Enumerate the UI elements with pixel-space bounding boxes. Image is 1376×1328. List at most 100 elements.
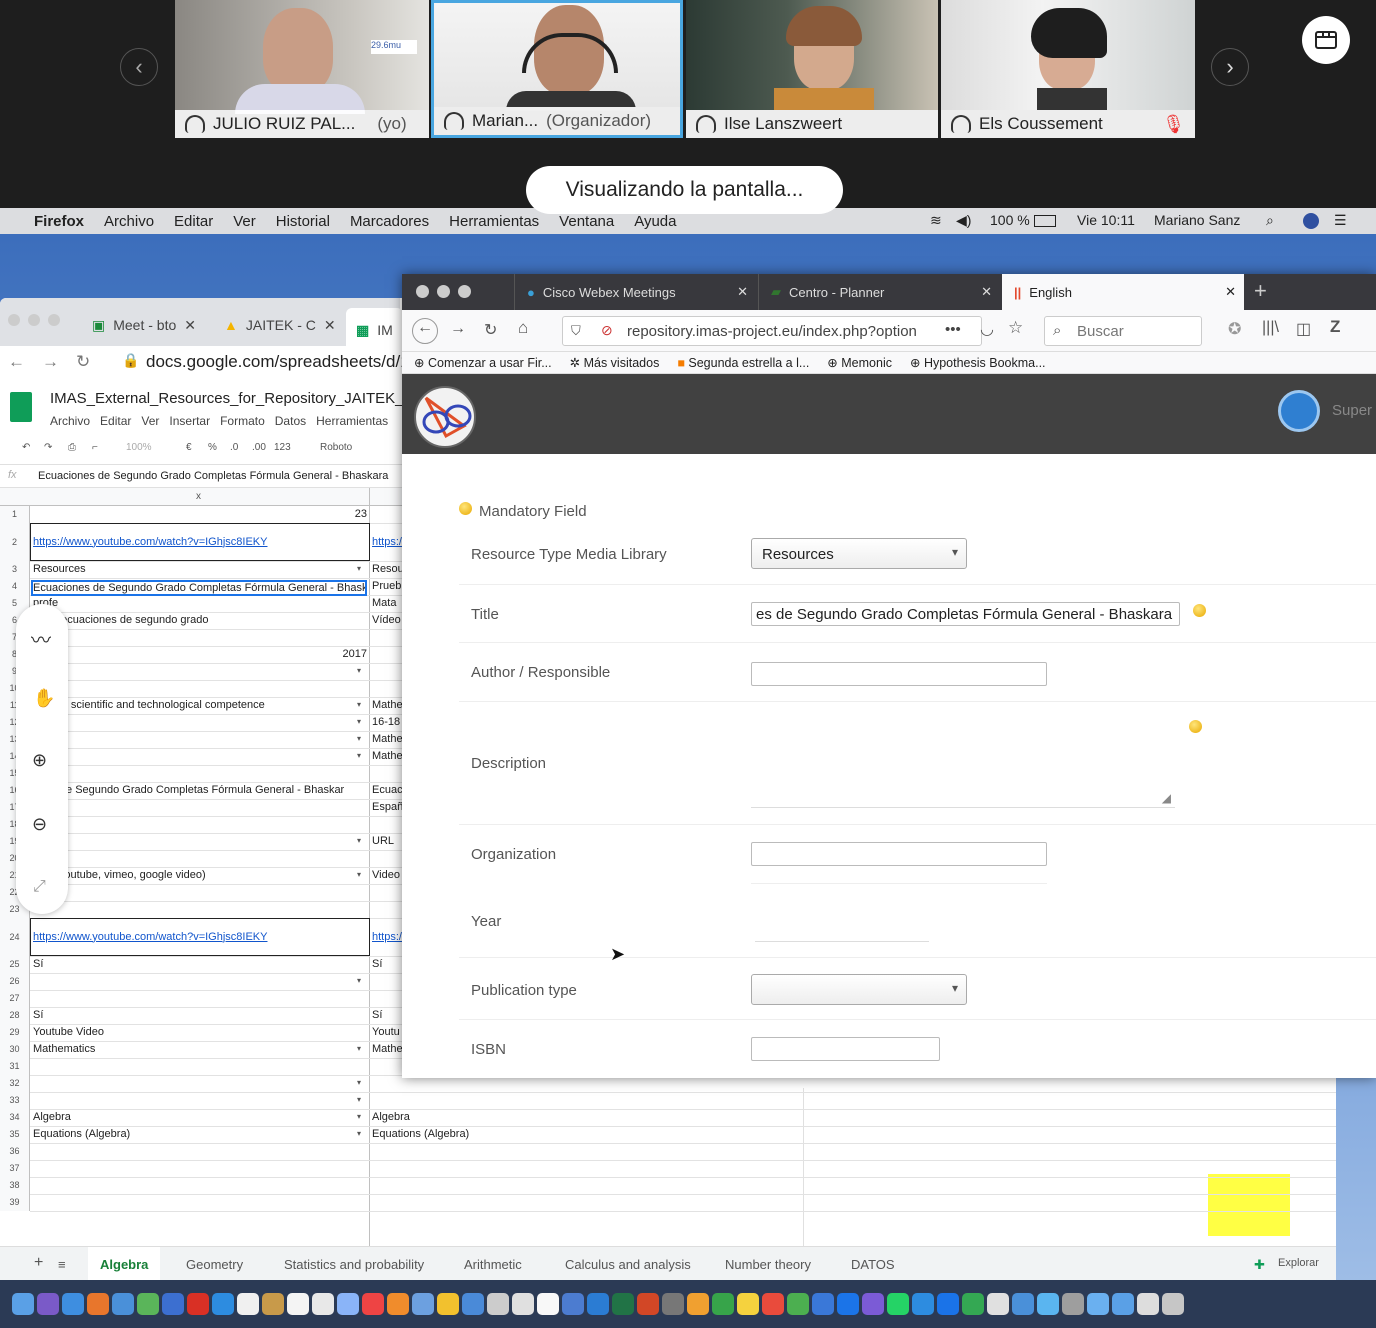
- dropdown-chevron-icon[interactable]: ▾: [357, 666, 361, 675]
- dock-app-icon[interactable]: [912, 1293, 934, 1315]
- zoom-out-icon[interactable]: ⊖: [32, 814, 47, 835]
- row-number[interactable]: 4: [0, 578, 30, 595]
- cell[interactable]: Algebra: [33, 1111, 363, 1123]
- layout-button[interactable]: [1302, 16, 1350, 64]
- sheet-tab[interactable]: DATOS: [851, 1257, 895, 1272]
- insecure-lock-icon[interactable]: ⊘: [601, 322, 613, 339]
- menu-item[interactable]: Historial: [276, 213, 330, 230]
- menu-item[interactable]: Ver: [233, 213, 256, 230]
- dock-app-icon[interactable]: [587, 1293, 609, 1315]
- dock-app-icon[interactable]: [1012, 1293, 1034, 1315]
- dock-app-icon[interactable]: [62, 1293, 84, 1315]
- url-bar[interactable]: ⛉ ⊘ repository.imas-project.eu/index.php…: [562, 316, 982, 346]
- cell[interactable]: Sí: [33, 958, 363, 970]
- close-icon[interactable]: ✕: [981, 284, 992, 300]
- isbn-input[interactable]: [751, 1037, 940, 1061]
- search-input[interactable]: Buscar ⌕: [1044, 316, 1202, 346]
- dock-app-icon[interactable]: [737, 1293, 759, 1315]
- row-number[interactable]: 39: [0, 1194, 30, 1211]
- sheet-tab-active[interactable]: Algebra: [88, 1247, 161, 1280]
- row-number[interactable]: 24: [0, 918, 30, 956]
- browser-tab[interactable]: ▲ JAITEK - C ✕: [214, 308, 346, 342]
- new-tab-button[interactable]: +: [1254, 278, 1267, 304]
- dock-app-icon[interactable]: [887, 1293, 909, 1315]
- cell[interactable]: Mathe: [372, 1043, 402, 1055]
- sheet-tab[interactable]: Number theory: [725, 1257, 811, 1272]
- cell[interactable]: Resou: [372, 563, 402, 575]
- dock-app-icon[interactable]: [287, 1293, 309, 1315]
- dock-app-icon[interactable]: [862, 1293, 884, 1315]
- siri-icon[interactable]: [1303, 213, 1319, 229]
- row-number[interactable]: 33: [0, 1092, 30, 1109]
- dock-app-icon[interactable]: [1162, 1293, 1184, 1315]
- dropdown-chevron-icon[interactable]: ▾: [357, 870, 361, 879]
- dock-app-icon[interactable]: [87, 1293, 109, 1315]
- cell[interactable]: Sí: [33, 1009, 363, 1021]
- dock-app-icon[interactable]: [562, 1293, 584, 1315]
- dock-app-icon[interactable]: [462, 1293, 484, 1315]
- dropdown-chevron-icon[interactable]: ▾: [357, 836, 361, 845]
- dropdown-chevron-icon[interactable]: ▾: [357, 1095, 361, 1104]
- participant-tile[interactable]: 29.6mu JULIO RUIZ PAL... (yo): [175, 0, 429, 138]
- explore-icon[interactable]: ✚: [1254, 1257, 1265, 1273]
- cell[interactable]: https:/: [372, 536, 402, 548]
- dock-app-icon[interactable]: [937, 1293, 959, 1315]
- dropdown-chevron-icon[interactable]: ▾: [357, 1129, 361, 1138]
- dock-app-icon[interactable]: [112, 1293, 134, 1315]
- wifi-icon[interactable]: ≋: [930, 212, 942, 229]
- firefox-tab-active[interactable]: || English ✕: [1002, 274, 1244, 310]
- row-number[interactable]: 2: [0, 523, 30, 561]
- sheets-menu-item[interactable]: Datos: [275, 414, 306, 428]
- all-sheets-icon[interactable]: ≡: [58, 1257, 66, 1272]
- menu-item[interactable]: Editar: [174, 213, 213, 230]
- notification-center-icon[interactable]: ☰: [1334, 212, 1347, 229]
- sheet-tab[interactable]: Geometry: [186, 1257, 243, 1272]
- menubar-clock[interactable]: Vie 10:11: [1077, 212, 1135, 228]
- menu-item[interactable]: Archivo: [104, 213, 154, 230]
- dock-app-icon[interactable]: [262, 1293, 284, 1315]
- document-title[interactable]: IMAS_External_Resources_for_Repository_J…: [50, 390, 423, 407]
- prev-participants-button[interactable]: ‹: [120, 48, 158, 86]
- menubar-user[interactable]: Mariano Sanz: [1154, 212, 1240, 228]
- back-icon[interactable]: ←: [8, 352, 25, 372]
- row-number[interactable]: 3: [0, 561, 30, 578]
- shield-icon[interactable]: ⛉: [571, 323, 581, 339]
- page-actions-icon[interactable]: •••: [945, 321, 961, 338]
- cell[interactable]: Resources: [33, 563, 363, 575]
- row-number[interactable]: 38: [0, 1177, 30, 1194]
- cell[interactable]: Algebra: [372, 1111, 792, 1123]
- cell[interactable]: Vídeo: [372, 614, 402, 626]
- organization-input[interactable]: [751, 842, 1047, 866]
- dock-app-icon[interactable]: [437, 1293, 459, 1315]
- dropdown-chevron-icon[interactable]: ▾: [357, 976, 361, 985]
- firefox-tab[interactable]: ▰ Centro - Planner ✕: [758, 274, 1000, 310]
- close-icon[interactable]: ✕: [184, 317, 196, 334]
- dock-app-icon[interactable]: [12, 1293, 34, 1315]
- cell[interactable]: Mathe: [372, 733, 402, 745]
- cell[interactable]: Españ: [372, 801, 402, 813]
- cell[interactable]: natical, scientific and technological co…: [33, 699, 363, 711]
- number-format-button[interactable]: 123: [274, 442, 291, 453]
- cell[interactable]: profe: [33, 597, 363, 609]
- bookmark-star-icon[interactable]: ☆: [1008, 318, 1023, 338]
- zotero-icon[interactable]: Z: [1330, 317, 1340, 337]
- bookmark-item[interactable]: ⊕ Hypothesis Bookma...: [910, 355, 1046, 370]
- dock-app-icon[interactable]: [162, 1293, 184, 1315]
- title-input[interactable]: es de Segundo Grado Completas Fórmula Ge…: [751, 602, 1180, 626]
- dock-app-icon[interactable]: [687, 1293, 709, 1315]
- cell[interactable]: Equations (Algebra): [372, 1128, 792, 1140]
- bookmark-item[interactable]: ✲ Más visitados: [570, 355, 660, 370]
- cell[interactable]: 23: [250, 508, 367, 520]
- imas-logo[interactable]: [414, 386, 476, 448]
- dropdown-chevron-icon[interactable]: ▾: [357, 1112, 361, 1121]
- cell[interactable]: 16-18: [372, 716, 402, 728]
- menu-item[interactable]: Herramientas: [449, 213, 539, 230]
- dock-app-icon[interactable]: [1087, 1293, 1109, 1315]
- sheets-menu-item[interactable]: Ver: [141, 414, 159, 428]
- cell[interactable]: Ecuaciones de Segundo Grado Completas Fó…: [31, 580, 367, 596]
- power-logout-icon[interactable]: [1278, 390, 1320, 432]
- spotlight-icon[interactable]: ⌕: [1266, 212, 1274, 229]
- percent-button[interactable]: %: [208, 442, 217, 453]
- menu-item[interactable]: Ventana: [559, 213, 614, 230]
- row-number[interactable]: 27: [0, 990, 30, 1007]
